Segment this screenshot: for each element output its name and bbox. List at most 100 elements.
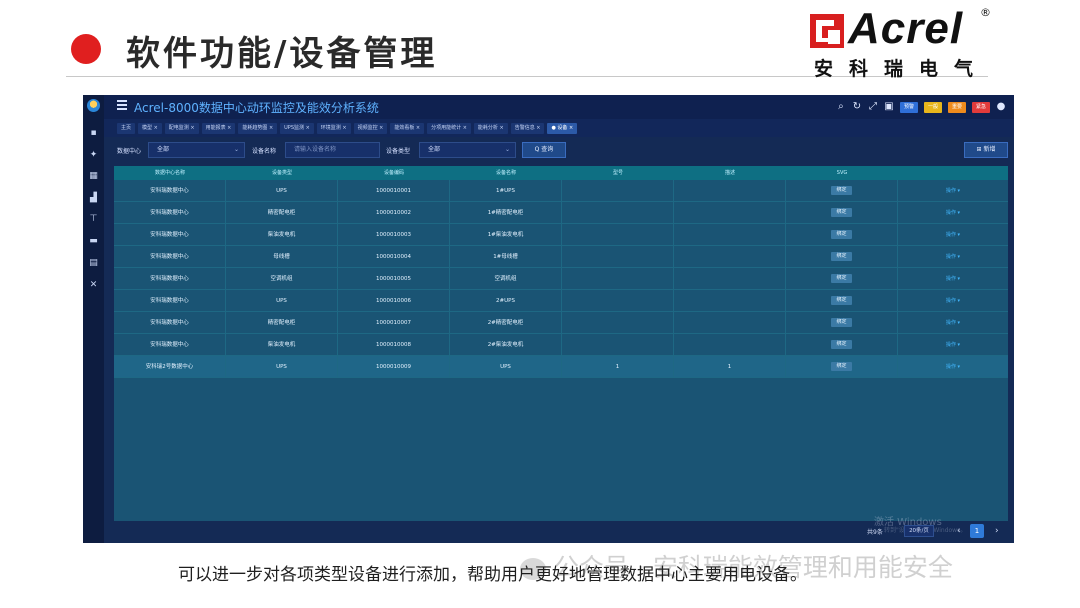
tab-0[interactable]: 主页 (117, 122, 136, 134)
table-cell: 安科瑞数据中心 (114, 180, 226, 202)
bind-svg-button[interactable]: 绑定 (831, 252, 852, 261)
sidebar: ▪ ✦ ▦ ▟ ⊤ ▬ ▤ ✕ (83, 95, 104, 543)
table-cell: 绑定 (786, 334, 898, 356)
row-actions-menu[interactable]: 操作 ▾ (946, 210, 960, 216)
table-cell: 柴油发电机 (226, 334, 338, 356)
row-actions-menu[interactable]: 操作 ▾ (946, 232, 960, 238)
table-cell: 绑定 (786, 224, 898, 246)
current-page[interactable]: 1 (970, 524, 984, 538)
tab-10[interactable]: 能耗分析 × (473, 122, 508, 134)
refresh-icon[interactable]: ↻ (852, 102, 862, 112)
table-cell: UPS (226, 180, 338, 202)
bind-svg-button[interactable]: 绑定 (831, 318, 852, 327)
table-row[interactable]: 安科瑞数据中心 精密配电柜 1000010007 2#精密配电柜 绑定 操作 ▾ (114, 312, 1008, 334)
tab-12[interactable]: ● 设备 × (547, 122, 578, 134)
table-row[interactable]: 安科瑞数据中心 UPS 1000010001 1#UPS 绑定 操作 ▾ (114, 180, 1008, 202)
cell-value: UPS (276, 364, 287, 370)
table-row[interactable]: 安科瑞数据中心 空调机组 1000010005 空调机组 绑定 操作 ▾ (114, 268, 1008, 290)
table-row[interactable]: 安科瑞数据中心 UPS 1000010006 2#UPS 绑定 操作 ▾ (114, 290, 1008, 312)
tab-2[interactable]: 配电监测 × (164, 122, 199, 134)
table-cell (674, 290, 786, 312)
app-logo-icon[interactable] (87, 99, 100, 112)
alarm-normal-button[interactable]: 一般 (923, 101, 942, 113)
row-actions-menu[interactable]: 操作 ▾ (946, 320, 960, 326)
page-size-select[interactable]: 20条/页 (904, 525, 934, 537)
table-cell: 操作 ▾ (898, 246, 1008, 268)
datacenter-select[interactable]: 全部 ⌄ (148, 142, 245, 158)
column-header: 设备名称 (495, 170, 516, 176)
alarm-urgent-button[interactable]: 紧急 (971, 101, 990, 113)
tab-9[interactable]: 分项用能统计 × (427, 122, 471, 134)
row-actions-menu[interactable]: 操作 ▾ (946, 298, 960, 304)
table-row[interactable]: 安科瑞数据中心 柴油发电机 1000010008 2#柴油发电机 绑定 操作 ▾ (114, 334, 1008, 356)
chart-icon[interactable]: ▟ (88, 192, 99, 203)
bind-svg-button[interactable]: 绑定 (831, 274, 852, 283)
cell-value: 柴油发电机 (267, 342, 296, 348)
tab-4[interactable]: 能耗趋势图 × (238, 122, 278, 134)
column-header: 设备类型 (271, 170, 292, 176)
row-actions-menu[interactable]: 操作 ▾ (946, 342, 960, 348)
device-type-label: 设备类型 (386, 148, 411, 155)
cell-value: 1000010002 (376, 210, 411, 216)
table-cell (562, 180, 674, 202)
row-actions-menu[interactable]: 操作 ▾ (946, 254, 960, 260)
folder-icon[interactable]: ▬ (88, 235, 99, 246)
table-row[interactable]: 安科瑞数据中心 母线槽 1000010004 1#母线槽 绑定 操作 ▾ (114, 246, 1008, 268)
tab-7[interactable]: 视频监控 × (353, 122, 388, 134)
bind-svg-button[interactable]: 绑定 (831, 362, 852, 371)
next-page-icon[interactable]: › (995, 526, 999, 536)
chevron-down-icon: ⌄ (233, 146, 239, 153)
menu-icon[interactable] (117, 100, 127, 110)
fullscreen-icon[interactable]: ⤢ (868, 102, 878, 112)
bind-svg-button[interactable]: 绑定 (831, 340, 852, 349)
tab-3[interactable]: 用能报表 × (201, 122, 236, 134)
row-actions-menu[interactable]: 操作 ▾ (946, 364, 960, 370)
device-type-select[interactable]: 全部 ⌄ (419, 142, 516, 158)
query-button[interactable]: Q 查询 (522, 142, 566, 158)
cell-value: 1000010008 (376, 342, 411, 348)
gear-icon[interactable]: ✦ (88, 149, 99, 160)
table-cell: 1000010005 (338, 268, 450, 290)
tab-5[interactable]: UPS监测 × (280, 122, 314, 134)
image-icon[interactable]: ▣ (884, 102, 894, 112)
row-actions-menu[interactable]: 操作 ▾ (946, 276, 960, 282)
table-cell: 1000010001 (338, 180, 450, 202)
wrench-icon[interactable]: ✕ (88, 279, 99, 290)
alarm-warning-button[interactable]: 预警 (899, 101, 918, 113)
tab-1[interactable]: 模型 × (138, 122, 162, 134)
cell-value: 安科瑞数据中心 (150, 298, 189, 304)
table-cell: 安科瑞数据中心 (114, 224, 226, 246)
cell-value: 1#母线槽 (493, 254, 518, 260)
user-icon[interactable]: ● (996, 102, 1006, 112)
tab-11[interactable]: 告警信息 × (510, 122, 545, 134)
prev-page-icon[interactable]: ‹ (957, 526, 961, 536)
bind-svg-button[interactable]: 绑定 (831, 208, 852, 217)
table-row[interactable]: 安科瑞数据中心 柴油发电机 1000010003 1#柴油发电机 绑定 操作 ▾ (114, 224, 1008, 246)
report-icon[interactable]: ▤ (88, 257, 99, 268)
alarm-important-button[interactable]: 重要 (947, 101, 966, 113)
table-cell: 母线槽 (226, 246, 338, 268)
table-row[interactable]: 安科瑞数据中心 精密配电柜 1000010002 1#精密配电柜 绑定 操作 ▾ (114, 202, 1008, 224)
table-cell: 安科瑞2号数据中心 (114, 356, 226, 378)
tower-icon[interactable]: ⊤ (88, 213, 99, 224)
building-icon[interactable]: ▦ (88, 170, 99, 181)
table-cell: 安科瑞数据中心 (114, 334, 226, 356)
cell-value: 母线槽 (273, 254, 290, 260)
search-icon[interactable]: ⌕ (836, 102, 846, 112)
cell-value: 安科瑞数据中心 (150, 342, 189, 348)
add-button[interactable]: ⊞ 新增 (964, 142, 1008, 158)
bind-svg-button[interactable]: 绑定 (831, 296, 852, 305)
bind-svg-button[interactable]: 绑定 (831, 186, 852, 195)
table-cell: 操作 ▾ (898, 290, 1008, 312)
tab-6[interactable]: 环境监测 × (316, 122, 351, 134)
tab-8[interactable]: 能效看板 × (390, 122, 425, 134)
device-name-input[interactable]: 请输入设备名称 (285, 142, 380, 158)
row-actions-menu[interactable]: 操作 ▾ (946, 188, 960, 194)
title-bullet (71, 34, 101, 64)
bind-svg-button[interactable]: 绑定 (831, 230, 852, 239)
monitor-icon[interactable]: ▪ (88, 127, 99, 138)
table-cell: 安科瑞数据中心 (114, 202, 226, 224)
table-cell: 1000010009 (338, 356, 450, 378)
table-row[interactable]: 安科瑞2号数据中心 UPS 1000010009 UPS 1 1 绑定 操作 ▾ (114, 356, 1008, 378)
table-cell: 2#精密配电柜 (450, 312, 562, 334)
